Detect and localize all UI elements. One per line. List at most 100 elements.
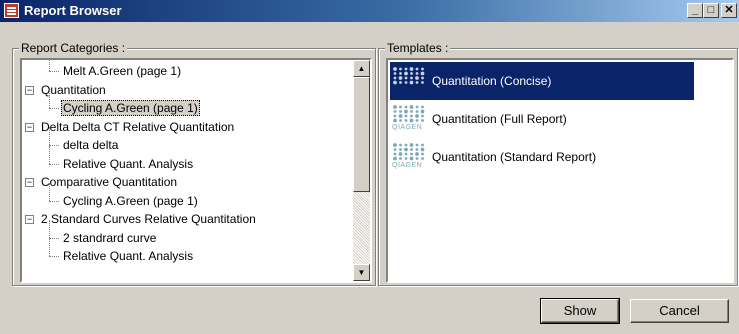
tree-item-label: Cycling A.Green (page 1) [61, 100, 200, 116]
logo-dot [409, 67, 414, 71]
title-bar-buttons: _ □ ✕ [687, 3, 737, 18]
logo-dot [393, 110, 397, 113]
tree-item[interactable]: −2 Standard Curves Relative Quantitation [25, 210, 258, 228]
collapse-icon[interactable]: − [25, 122, 34, 132]
tree-item[interactable]: Relative Quant. Analysis [49, 238, 195, 265]
logo-dot [399, 148, 402, 151]
tree-item-label: 2 Standard Curves Relative Quantitation [41, 212, 256, 226]
template-item[interactable]: Quantitation (Concise) [390, 62, 694, 100]
logo-dot [393, 76, 397, 80]
tree-item[interactable]: − Delta Delta CT Relative Quantitation [25, 118, 236, 136]
qiagen-logo-icon [392, 66, 428, 96]
categories-scrollbar[interactable]: ▲ ▼ [353, 60, 370, 281]
scroll-up-button[interactable]: ▲ [353, 60, 370, 77]
logo-dot [415, 143, 419, 147]
title-bar[interactable]: Report Browser _ □ ✕ [0, 0, 739, 22]
tree-item[interactable]: delta delta [49, 127, 120, 154]
template-item-label: Quantitation (Full Report) [432, 112, 567, 126]
collapse-icon[interactable]: − [25, 178, 34, 187]
logo-dot [404, 157, 408, 160]
logo-dot [399, 81, 402, 84]
logo-dot [415, 81, 419, 84]
tree-item-label: 2 standrard curve [63, 230, 157, 245]
logo-dot [399, 105, 402, 109]
logo-dot [399, 67, 402, 71]
logo-dot [415, 67, 419, 71]
tree-item[interactable]: Relative Quant. Analysis [49, 145, 195, 173]
window-title: Report Browser [24, 3, 122, 18]
tree-item[interactable]: Cycling A.Green (page 1) [49, 90, 200, 117]
templates-label: Templates : [385, 41, 451, 55]
logo-dot [409, 118, 414, 123]
logo-dot [409, 156, 414, 161]
logo-dot [420, 109, 425, 114]
tree-connector [49, 60, 50, 71]
logo-dot [393, 152, 397, 156]
close-button[interactable]: ✕ [721, 3, 737, 18]
minimize-icon: _ [691, 4, 699, 16]
logo-dot [399, 119, 402, 122]
tree-item-label: Delta Delta CT Relative Quantitation [41, 119, 235, 134]
logo-dot [409, 105, 414, 109]
logo-dot [415, 76, 419, 80]
collapse-icon[interactable]: − [25, 215, 34, 224]
logo-dot [410, 148, 413, 151]
logo-dot [410, 110, 413, 113]
logo-dot [404, 67, 408, 71]
logo-dot [404, 76, 408, 80]
scroll-thumb[interactable] [353, 77, 370, 192]
logo-dot [415, 114, 419, 118]
logo-dot [410, 72, 413, 75]
logo-dot [398, 114, 403, 118]
cancel-button[interactable]: Cancel [630, 299, 729, 323]
cancel-button-label: Cancel [659, 303, 700, 318]
logo-dot [399, 110, 402, 113]
collapse-icon[interactable]: − [25, 85, 34, 95]
logo-dot [421, 76, 424, 80]
tree-connector [49, 71, 59, 72]
tree-item-label: Relative Quant. Analysis [63, 156, 194, 171]
template-item[interactable]: QIAGEN Quantitation (Full Report) [390, 100, 732, 138]
tree-connector [49, 182, 50, 201]
logo-dot [404, 119, 408, 122]
tree-connector [49, 163, 59, 165]
tree-item[interactable]: Cycling A.Green (page 1) [49, 182, 200, 210]
report-categories-tree[interactable]: Melt A.Green (page 1) − Quantitation Cyclin… [20, 58, 372, 283]
logo-dot [410, 114, 413, 118]
template-item[interactable]: QIAGEN Quantitation (Standard Report) [390, 138, 732, 176]
logo-dot [415, 72, 419, 75]
qiagen-logo-icon: QIAGEN [392, 142, 428, 172]
maximize-button[interactable]: □ [703, 3, 719, 18]
tree-item[interactable]: − Comparative Quantitation [25, 173, 179, 191]
logo-dot [399, 143, 402, 147]
show-button[interactable]: Show [540, 298, 620, 324]
templates-list[interactable]: Quantitation (Concise) QIAGEN Quantitation… [386, 58, 734, 283]
report-browser-window: Report Browser _ □ ✕ Report Categories :… [0, 0, 739, 334]
show-button-label: Show [563, 303, 597, 318]
tree-item[interactable]: 2 standrard curve [49, 219, 158, 247]
logo-dot [421, 143, 424, 147]
tree-item[interactable]: Melt A.Green (page 1) [49, 60, 183, 80]
logo-dot [393, 118, 397, 123]
scroll-down-button[interactable]: ▼ [353, 264, 370, 281]
logo-dot [393, 67, 397, 71]
logo-dot [415, 152, 419, 156]
logo-dot [421, 81, 424, 84]
tree-item-label: delta delta [63, 138, 119, 152]
tree-connector [49, 145, 59, 146]
minimize-button[interactable]: _ [687, 3, 703, 18]
template-item-label: Quantitation (Standard Report) [432, 150, 597, 164]
tree-connector [49, 219, 50, 238]
logo-dot [393, 148, 397, 151]
logo-dot [399, 157, 402, 160]
logo-dot [421, 152, 424, 156]
logo-dot [415, 148, 419, 151]
tree-connector [49, 108, 59, 109]
logo-dot [415, 105, 419, 109]
logo-dot [421, 67, 424, 71]
qiagen-logo-text: QIAGEN [392, 162, 423, 169]
logo-dot [409, 143, 414, 147]
tree-item-label: Comparative Quantitation [41, 175, 178, 189]
logo-dot [421, 114, 424, 118]
tree-connector [49, 200, 59, 202]
